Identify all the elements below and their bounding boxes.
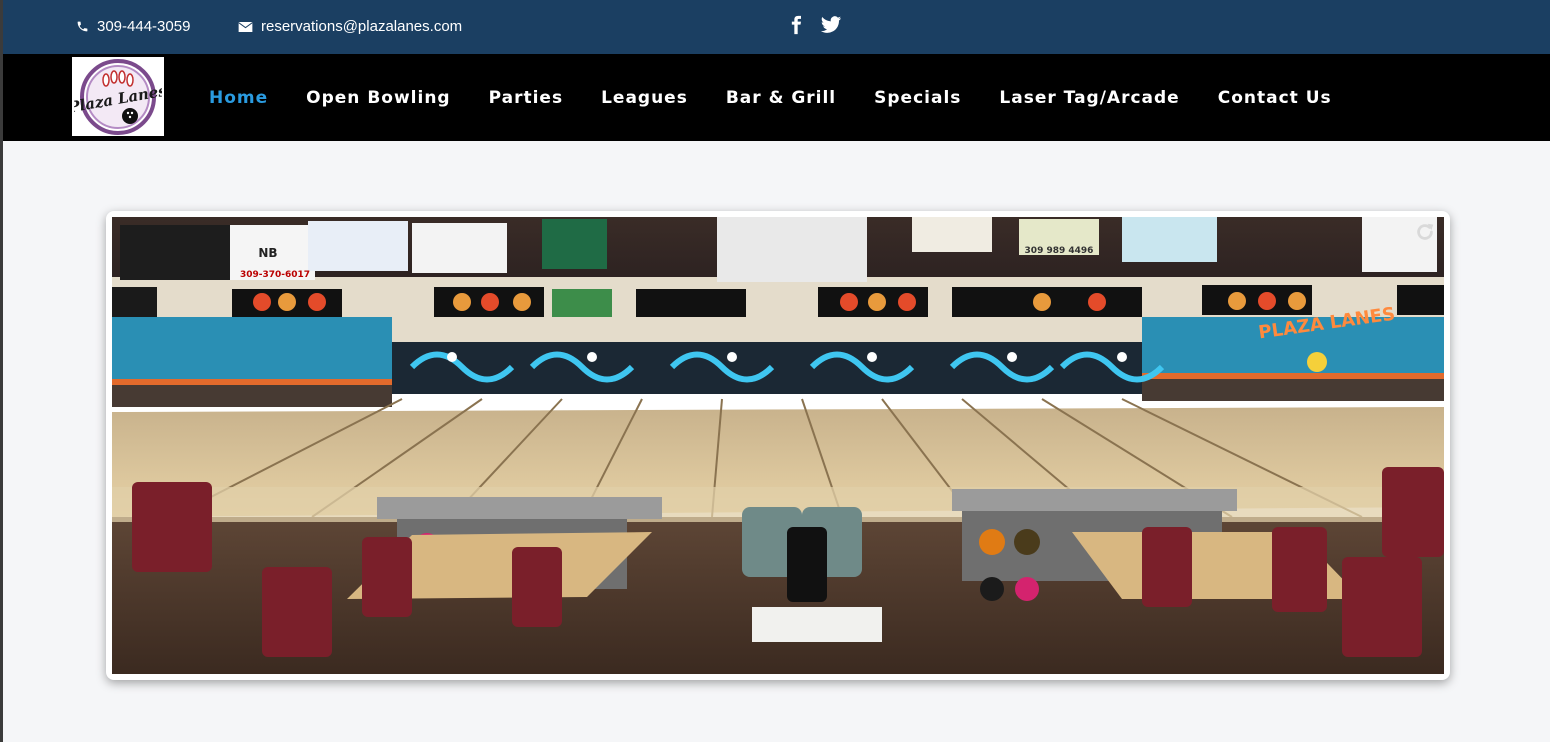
nav-laser-tag-arcade[interactable]: Laser Tag/Arcade — [999, 88, 1179, 108]
nav-leagues[interactable]: Leagues — [601, 88, 688, 108]
logo-graphic: Plaza Lanes — [74, 58, 162, 135]
nav-home[interactable]: Home — [209, 88, 268, 108]
top-contact-bar: 309-444-3059 reservations@plazalanes.com — [3, 0, 1550, 54]
nav-specials[interactable]: Specials — [874, 88, 961, 108]
svg-text:NB: NB — [258, 246, 277, 260]
reload-icon[interactable] — [1414, 221, 1436, 243]
social-links — [786, 14, 842, 36]
nav-open-bowling[interactable]: Open Bowling — [306, 88, 450, 108]
email-contact[interactable]: reservations@plazalanes.com — [238, 18, 462, 35]
phone-text: 309-444-3059 — [97, 18, 191, 35]
nav-contact-us[interactable]: Contact Us — [1218, 88, 1332, 108]
facebook-icon[interactable] — [786, 14, 806, 36]
envelope-icon — [238, 21, 253, 32]
phone-icon — [77, 21, 88, 32]
hero-slider: NB 309-370-6017 309 989 4496 PLAZA LANES — [106, 211, 1450, 680]
twitter-icon[interactable] — [820, 14, 842, 36]
nav-bar-grill[interactable]: Bar & Grill — [726, 88, 836, 108]
svg-text:309 989 4496: 309 989 4496 — [1025, 246, 1094, 256]
nav-parties[interactable]: Parties — [489, 88, 563, 108]
main-navbar: Plaza Lanes Home Open Bowling Parties Le… — [3, 54, 1550, 141]
phone-contact[interactable]: 309-444-3059 — [76, 18, 190, 35]
svg-text:309-370-6017: 309-370-6017 — [240, 270, 310, 280]
email-text: reservations@plazalanes.com — [261, 18, 463, 35]
bowling-alley-photo: NB 309-370-6017 309 989 4496 PLAZA LANES — [112, 217, 1444, 674]
plaza-lanes-logo[interactable]: Plaza Lanes — [72, 57, 164, 136]
primary-nav: Home Open Bowling Parties Leagues Bar & … — [209, 54, 1370, 141]
pin-deck-mural — [392, 342, 1165, 394]
